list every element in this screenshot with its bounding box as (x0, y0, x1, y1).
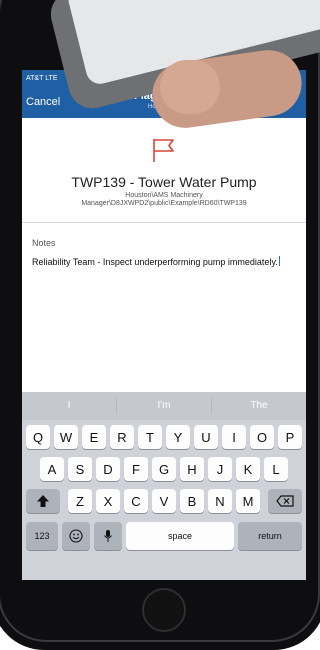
shift-arrow-icon (37, 495, 49, 507)
keyboard: I I'm The Q W E R T Y U I O P A S D F G … (22, 392, 306, 580)
home-button[interactable] (142, 588, 186, 632)
key-u[interactable]: U (194, 425, 218, 449)
asset-title: TWP139 - Tower Water Pump (71, 174, 257, 190)
numbers-key[interactable]: 123 (26, 522, 58, 550)
microphone-icon (104, 530, 112, 542)
overlay-fingertip (160, 60, 220, 114)
phone-screen: AT&T LTE Cancel Flag Hou TWP139 - Tower … (22, 70, 306, 580)
emoji-icon (69, 529, 83, 543)
key-x[interactable]: X (96, 489, 120, 513)
flag-icon (153, 139, 174, 162)
key-m[interactable]: M (236, 489, 260, 513)
key-p[interactable]: P (278, 425, 302, 449)
suggestion-2[interactable]: I'm (117, 400, 211, 411)
key-z[interactable]: Z (68, 489, 92, 513)
notes-label: Notes (32, 238, 56, 248)
backspace-icon (276, 495, 294, 507)
key-c[interactable]: C (124, 489, 148, 513)
key-l[interactable]: L (264, 457, 288, 481)
space-key[interactable]: space (126, 522, 234, 550)
dictation-key[interactable] (94, 522, 122, 550)
asset-path-line1: Houston\AMS Machinery (125, 192, 203, 199)
key-d[interactable]: D (96, 457, 120, 481)
key-w[interactable]: W (54, 425, 78, 449)
key-h[interactable]: H (180, 457, 204, 481)
text-cursor (278, 256, 280, 266)
key-y[interactable]: Y (166, 425, 190, 449)
cancel-button[interactable]: Cancel (26, 96, 60, 108)
backspace-key[interactable] (268, 489, 302, 513)
suggestion-3[interactable]: The (212, 400, 306, 411)
key-t[interactable]: T (138, 425, 162, 449)
key-s[interactable]: S (68, 457, 92, 481)
asset-path-line2: Manager\D8JXWPD2\public\Example\RD60\TWP… (81, 200, 247, 207)
key-f[interactable]: F (124, 457, 148, 481)
suggestion-1[interactable]: I (22, 400, 116, 411)
notes-text: Reliability Team - Inspect underperformi… (32, 257, 278, 267)
status-bar-carrier: AT&T LTE (26, 75, 58, 82)
shift-key[interactable] (26, 489, 60, 513)
key-q[interactable]: Q (26, 425, 50, 449)
notes-input[interactable]: Reliability Team - Inspect underperformi… (32, 256, 292, 268)
key-g[interactable]: G (152, 457, 176, 481)
key-o[interactable]: O (250, 425, 274, 449)
key-a[interactable]: A (40, 457, 64, 481)
key-j[interactable]: J (208, 457, 232, 481)
key-v[interactable]: V (152, 489, 176, 513)
return-key[interactable]: return (238, 522, 302, 550)
key-b[interactable]: B (180, 489, 204, 513)
key-k[interactable]: K (236, 457, 260, 481)
suggestion-bar: I I'm The (22, 392, 306, 420)
key-e[interactable]: E (82, 425, 106, 449)
emoji-key[interactable] (62, 522, 90, 550)
key-r[interactable]: R (110, 425, 134, 449)
section-divider (22, 222, 306, 223)
key-n[interactable]: N (208, 489, 232, 513)
key-i[interactable]: I (222, 425, 246, 449)
